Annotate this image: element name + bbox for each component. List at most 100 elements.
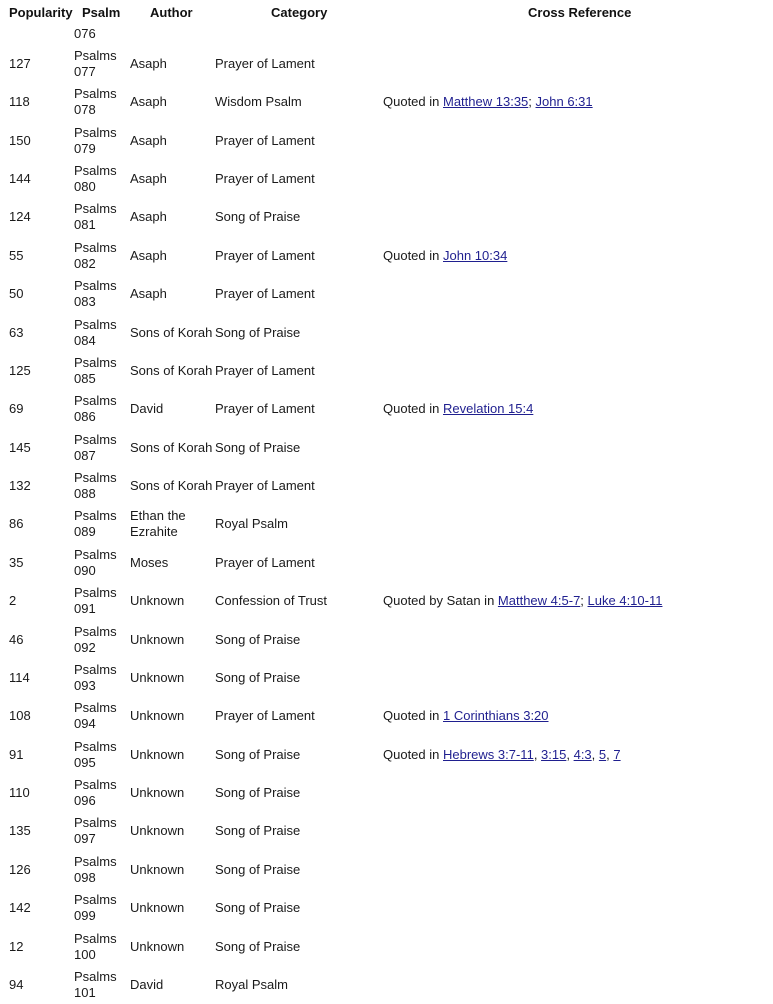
cross-reference-prefix: Quoted in bbox=[383, 247, 443, 263]
psalm-cell: Psalms 094 bbox=[74, 697, 126, 735]
author-cell: David bbox=[130, 401, 164, 417]
psalm-cell: Psalms 091 bbox=[74, 582, 126, 620]
psalm-number: 084 bbox=[74, 332, 96, 348]
author-cell: Unknown bbox=[130, 785, 185, 801]
scripture-link[interactable]: Matthew 13:35 bbox=[443, 94, 528, 109]
author-cell: Unknown bbox=[130, 631, 185, 647]
psalm-prefix: Psalms bbox=[74, 239, 117, 255]
psalm-prefix: Psalms bbox=[74, 316, 117, 332]
scripture-link[interactable]: 4:3 bbox=[574, 747, 592, 762]
psalm-cell: Psalms 080 bbox=[74, 160, 126, 198]
table-row: 108 Psalms 094 Unknown Prayer of Lament Quote… bbox=[0, 697, 773, 735]
popularity-cell: 126 bbox=[9, 861, 31, 877]
psalm-prefix: Psalms bbox=[74, 968, 117, 984]
psalm-number: 080 bbox=[74, 179, 96, 195]
author-cell: Unknown bbox=[130, 823, 185, 839]
scripture-link[interactable]: Luke 4:10-11 bbox=[588, 593, 663, 608]
author-cell: Sons of Korah bbox=[130, 478, 213, 494]
psalm-cell: Psalms 082 bbox=[74, 237, 126, 275]
cross-reference-cell bbox=[383, 45, 768, 83]
psalm-cell: Psalms 078 bbox=[74, 83, 126, 121]
psalm-cell: Psalms 097 bbox=[74, 812, 126, 850]
popularity-cell: 114 bbox=[9, 669, 30, 685]
cross-reference-cell bbox=[383, 467, 768, 505]
author-cell: Sons of Korah bbox=[130, 362, 213, 378]
cross-reference-cell bbox=[383, 275, 768, 313]
scripture-link[interactable]: Revelation 15:4 bbox=[443, 401, 533, 416]
popularity-cell: 63 bbox=[9, 324, 24, 340]
psalm-number: 087 bbox=[74, 447, 96, 463]
author-cell: Asaph bbox=[130, 56, 167, 71]
table-row: 69 Psalms 086 David Prayer of Lament Quoted i… bbox=[0, 390, 773, 428]
popularity-cell: 94 bbox=[9, 976, 24, 992]
psalm-cell: Psalms 089 bbox=[74, 505, 126, 543]
author-cell: Ethan the Ezrahite bbox=[130, 508, 186, 540]
psalm-prefix: Psalms bbox=[74, 278, 117, 294]
cross-reference-cell bbox=[383, 966, 768, 1004]
table-row: 125 Psalms 085 Sons of Korah Prayer of Lamen… bbox=[0, 352, 773, 390]
table-row: 12 Psalms 100 Unknown Song of Praise bbox=[0, 928, 773, 966]
category-cell: Prayer of Lament bbox=[215, 286, 315, 302]
category-cell: Confession of Trust bbox=[215, 593, 327, 609]
cross-reference-cell bbox=[383, 544, 768, 582]
cross-reference-cell bbox=[383, 429, 768, 467]
scripture-link[interactable]: 1 Corinthians 3:20 bbox=[443, 708, 549, 723]
psalm-number: 085 bbox=[74, 370, 96, 386]
psalm-cell: Psalms 099 bbox=[74, 889, 126, 927]
author-cell: Asaph bbox=[130, 209, 167, 225]
category-cell: Song of Praise bbox=[215, 669, 301, 685]
scripture-link[interactable]: John 10:34 bbox=[443, 248, 507, 263]
psalm-number: 100 bbox=[74, 946, 96, 962]
category-cell: Prayer of Lament bbox=[215, 401, 315, 417]
psalm-number: 101 bbox=[74, 984, 96, 1000]
psalm-prefix: Psalms bbox=[74, 86, 117, 102]
category-cell: Royal Psalm bbox=[215, 516, 288, 532]
table-row: 127 Psalms 077 Asaph Prayer of Lament bbox=[0, 45, 773, 83]
popularity-cell: 91 bbox=[9, 746, 24, 762]
table-row: 142 Psalms 099 Unknown Song of Praise bbox=[0, 889, 773, 927]
scripture-link[interactable]: 7 bbox=[613, 747, 620, 762]
header-author: Author bbox=[150, 5, 193, 20]
psalm-prefix: Psalms bbox=[74, 661, 117, 677]
category-cell: Song of Praise bbox=[215, 324, 301, 340]
category-cell: Wisdom Psalm bbox=[215, 94, 302, 110]
category-cell: Song of Praise bbox=[215, 861, 301, 877]
cross-reference-cell: Quoted in Revelation 15:4 bbox=[383, 390, 768, 428]
author-cell: Moses bbox=[130, 554, 169, 570]
psalm-number: 097 bbox=[74, 831, 96, 847]
author-cell: Asaph bbox=[130, 132, 167, 148]
table-row: 91 Psalms 095 Unknown Song of Praise Quoted i… bbox=[0, 736, 773, 774]
author-cell: Unknown bbox=[130, 861, 185, 877]
table-row: 114 Psalms 093 Unknown Song of Praise bbox=[0, 659, 773, 697]
author-cell: Sons of Korah bbox=[130, 324, 213, 340]
category-cell: Prayer of Lament bbox=[215, 478, 315, 494]
psalm-number: 083 bbox=[74, 294, 96, 310]
popularity-cell: 127 bbox=[9, 56, 31, 71]
table-row: 50 Psalms 083 Asaph Prayer of Lament bbox=[0, 275, 773, 313]
category-cell: Song of Praise bbox=[215, 209, 301, 225]
popularity-cell: 69 bbox=[9, 401, 24, 417]
category-cell: Song of Praise bbox=[215, 746, 301, 762]
psalm-prefix: Psalms bbox=[74, 124, 117, 140]
link-separator: , bbox=[566, 746, 574, 762]
popularity-cell: 108 bbox=[9, 708, 31, 724]
table-row: 145 Psalms 087 Sons of Korah Song of Praise bbox=[0, 429, 773, 467]
scripture-link[interactable]: 3:15 bbox=[541, 747, 566, 762]
header-cross-reference: Cross Reference bbox=[528, 5, 632, 20]
psalm-number: 094 bbox=[74, 716, 96, 732]
table-row: 144 Psalms 080 Asaph Prayer of Lament bbox=[0, 160, 773, 198]
scripture-link[interactable]: Hebrews 3:7-11 bbox=[443, 747, 534, 762]
psalm-cell: Psalms 083 bbox=[74, 275, 126, 313]
psalm-number: 086 bbox=[74, 409, 96, 425]
psalm-cell: Psalms 090 bbox=[74, 544, 126, 582]
category-cell: Song of Praise bbox=[215, 900, 301, 916]
scripture-link[interactable]: Matthew 4:5-7 bbox=[498, 593, 580, 608]
scripture-link[interactable]: John 6:31 bbox=[536, 94, 593, 109]
author-cell: Unknown bbox=[130, 938, 185, 954]
cross-reference-cell: Quoted by Satan in Matthew 4:5-7; Luke 4… bbox=[383, 582, 768, 620]
popularity-cell: 2 bbox=[9, 593, 17, 609]
psalm-cell: Psalms 098 bbox=[74, 851, 126, 889]
psalm-prefix: Psalms bbox=[74, 853, 117, 869]
table-row: 118 Psalms 078 Asaph Wisdom Psalm Quoted in M… bbox=[0, 83, 773, 121]
category-cell: Song of Praise bbox=[215, 631, 301, 647]
